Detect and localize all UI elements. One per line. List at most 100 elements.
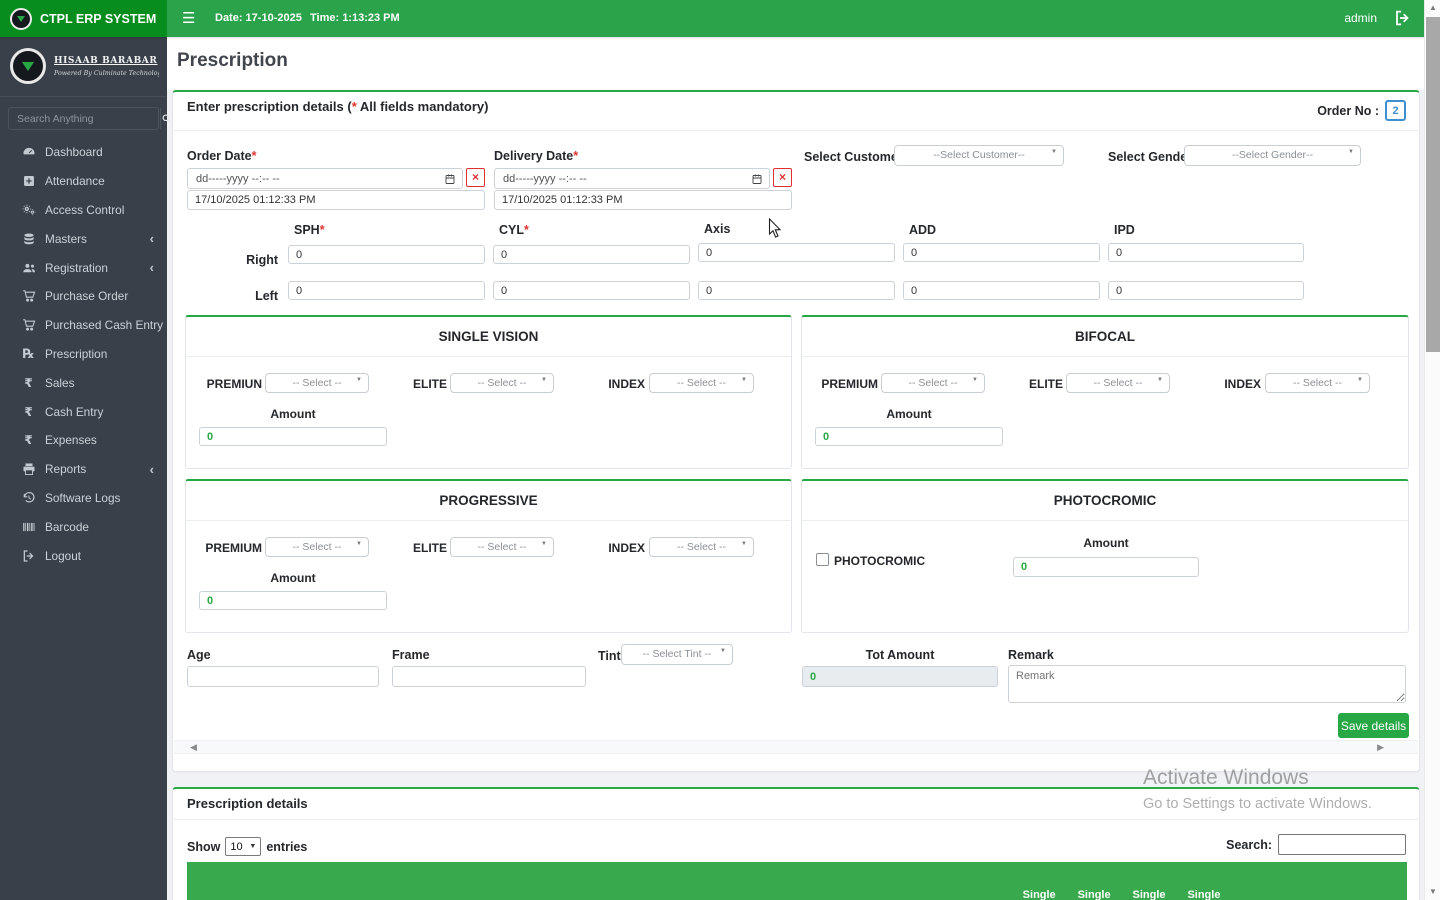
tint-select[interactable]: -- Select Tint --▼ xyxy=(621,644,733,665)
column-header-customer[interactable]: Customer▲▼ xyxy=(399,862,474,900)
sidebar-item-purchased-cash-entry[interactable]: Purchased Cash Entry xyxy=(0,311,167,340)
right-cyl-input[interactable] xyxy=(493,245,690,264)
column-header-add[interactable]: ADD▲▼ xyxy=(839,862,884,900)
right-axis-input[interactable] xyxy=(698,243,895,262)
column-header-ipd[interactable]: IPD▲▼ xyxy=(929,862,972,900)
sidebar-item-dashboard[interactable]: Dashboard xyxy=(0,138,167,167)
column-header-single-vision[interactable]: Single Vision▲▼ xyxy=(1072,862,1127,900)
scroll-left-icon[interactable]: ◀ xyxy=(190,742,197,753)
column-header-bifocal[interactable]: Bifocal▲▼ xyxy=(1350,862,1407,900)
sidebar-item-barcode[interactable]: Barcode xyxy=(0,512,167,541)
column-header-single-vision[interactable]: Single Vision▲▼ xyxy=(1181,862,1236,900)
order-date-value-input[interactable] xyxy=(187,190,485,210)
entries-select[interactable]: 10▼ xyxy=(225,837,261,856)
column-header-cyl[interactable]: CYL▲▼ xyxy=(696,862,741,900)
sidebar-item-access-control[interactable]: Access Control xyxy=(0,196,167,225)
column-header-bifocal[interactable]: Bifocal▲▼ xyxy=(1236,862,1293,900)
hamburger-menu-icon[interactable]: ☰ xyxy=(182,9,195,27)
left-sph-input[interactable] xyxy=(288,281,485,300)
sidebar-item-software-logs[interactable]: Software Logs xyxy=(0,484,167,513)
sidebar-menu: Dashboard AttendanceAccess ControlMasters… xyxy=(0,138,167,570)
scroll-down-icon[interactable]: ▼ xyxy=(1425,884,1440,900)
search-icon[interactable] xyxy=(160,108,172,129)
scrollbar-thumb[interactable] xyxy=(1426,17,1440,352)
clear-order-date-button[interactable]: × xyxy=(466,168,485,187)
single-vision-amount-input[interactable] xyxy=(199,427,387,446)
sidebar-item-registration[interactable]: Registration‹ xyxy=(0,253,167,282)
single-vision-index-select[interactable]: -- Select --▼ xyxy=(649,373,754,393)
column-header-axis[interactable]: AXIS▲▼ xyxy=(741,862,790,900)
sidebar-item-reports[interactable]: Reports‹ xyxy=(0,455,167,484)
user-menu[interactable]: admin xyxy=(1344,11,1377,25)
bifocal-elite-select[interactable]: -- Select --▼ xyxy=(1066,373,1170,393)
progressive-amount-input[interactable] xyxy=(199,591,387,610)
column-header-ipd[interactable]: IPD▲▼ xyxy=(972,862,1017,900)
photocromic-checkbox[interactable] xyxy=(816,553,829,566)
progressive-elite-select[interactable]: -- Select --▼ xyxy=(450,537,554,557)
delivery-date-picker[interactable]: dd-----yyyy --:-- -- xyxy=(494,168,770,189)
frame-input[interactable] xyxy=(392,666,586,687)
amount-label: Amount xyxy=(815,407,1003,421)
age-input[interactable] xyxy=(187,666,379,687)
column-header-blank[interactable]: ▲▼ xyxy=(474,862,521,900)
column-header-sph[interactable]: SPH▲▼ xyxy=(606,862,651,900)
logout-icon[interactable] xyxy=(1394,9,1412,27)
sidebar-item-sales[interactable]: ₹Sales xyxy=(0,368,167,397)
column-header-order[interactable]: Order▲▼ xyxy=(275,862,334,900)
sidebar-item-logout[interactable]: Logout xyxy=(0,541,167,570)
sidebar-item-purchase-order[interactable]: Purchase Order xyxy=(0,282,167,311)
right-add-input[interactable] xyxy=(903,243,1100,262)
clear-delivery-date-button[interactable]: × xyxy=(773,168,792,187)
vertical-scrollbar[interactable]: ▲ ▼ xyxy=(1424,0,1440,900)
bifocal-premium-select[interactable]: -- Select --▼ xyxy=(881,373,985,393)
sidebar-item-label: Dashboard xyxy=(45,145,103,159)
sidebar-item-cash-entry[interactable]: ₹Cash Entry xyxy=(0,397,167,426)
sidebar-item-prescription[interactable]: ℞Prescription xyxy=(0,340,167,369)
column-header-add[interactable]: ADD▲▼ xyxy=(884,862,929,900)
left-axis-input[interactable] xyxy=(698,281,895,300)
table-search-input[interactable] xyxy=(1278,834,1406,855)
progressive-premium-select[interactable]: -- Select --▼ xyxy=(265,537,369,557)
column-header-blank[interactable]: ▲▼ xyxy=(521,862,562,900)
single-vision-premium-select[interactable]: -- Select --▼ xyxy=(265,373,369,393)
left-add-input[interactable] xyxy=(903,281,1100,300)
order-date-picker[interactable]: dd-----yyyy --:-- -- xyxy=(187,168,463,189)
remark-textarea[interactable] xyxy=(1008,665,1406,703)
scroll-right-icon[interactable]: ▶ xyxy=(1377,742,1384,753)
chevron-down-icon: ▼ xyxy=(1051,149,1057,155)
chevron-down-icon: ▼ xyxy=(720,648,726,654)
customer-select[interactable]: --Select Customer--▼ xyxy=(894,145,1064,166)
gender-select[interactable]: --Select Gender--▼ xyxy=(1184,145,1361,166)
sidebar-item-expenses[interactable]: ₹Expenses xyxy=(0,426,167,455)
sidebar-item-masters[interactable]: Masters‹ xyxy=(0,224,167,253)
column-header-axis[interactable]: AXIS▲▼ xyxy=(790,862,839,900)
bifocal-index-select[interactable]: -- Select --▼ xyxy=(1265,373,1370,393)
product-tagline: Powered By Culminate Technologies Pvt. L… xyxy=(54,70,159,77)
sidebar-item-attendance[interactable]: Attendance xyxy=(0,167,167,196)
progressive-index-select[interactable]: -- Select --▼ xyxy=(649,537,754,557)
right-sph-input[interactable] xyxy=(288,245,485,264)
amount-label: Amount xyxy=(199,407,387,421)
save-details-button[interactable]: Save details xyxy=(1338,713,1409,738)
amount-label: Amount xyxy=(1013,536,1199,550)
column-header-bifocal[interactable]: Bifocal▲▼ xyxy=(1293,862,1350,900)
right-ipd-input[interactable] xyxy=(1108,243,1304,262)
column-header-single-vision[interactable]: Single Vision▲▼ xyxy=(1017,862,1072,900)
left-ipd-input[interactable] xyxy=(1108,281,1304,300)
column-header-order[interactable]: Order▲▼ xyxy=(226,862,275,900)
column-header-single-vision[interactable]: Single Vision▲▼ xyxy=(1127,862,1182,900)
single-vision-elite-select[interactable]: -- Select --▼ xyxy=(450,373,554,393)
column-header-sph[interactable]: SPH▲▼ xyxy=(561,862,606,900)
delivery-date-value-input[interactable] xyxy=(494,190,792,210)
rx-icon: ℞ xyxy=(20,346,37,361)
column-header-cyl[interactable]: CYL▲▼ xyxy=(651,862,696,900)
column-header-sl-[interactable]: Sl.▲▼ xyxy=(187,862,226,900)
horizontal-scrollbar[interactable]: ◀ ▶ xyxy=(174,740,1418,754)
bifocal-amount-input[interactable] xyxy=(815,427,1003,446)
search-input[interactable] xyxy=(9,108,160,129)
left-cyl-input[interactable] xyxy=(493,281,690,300)
column-header-delivery[interactable]: Delivery▲▼ xyxy=(334,862,399,900)
photocromic-amount-input[interactable] xyxy=(1013,557,1199,577)
scroll-up-icon[interactable]: ▲ xyxy=(1425,0,1440,16)
dashboard-icon xyxy=(20,145,37,160)
